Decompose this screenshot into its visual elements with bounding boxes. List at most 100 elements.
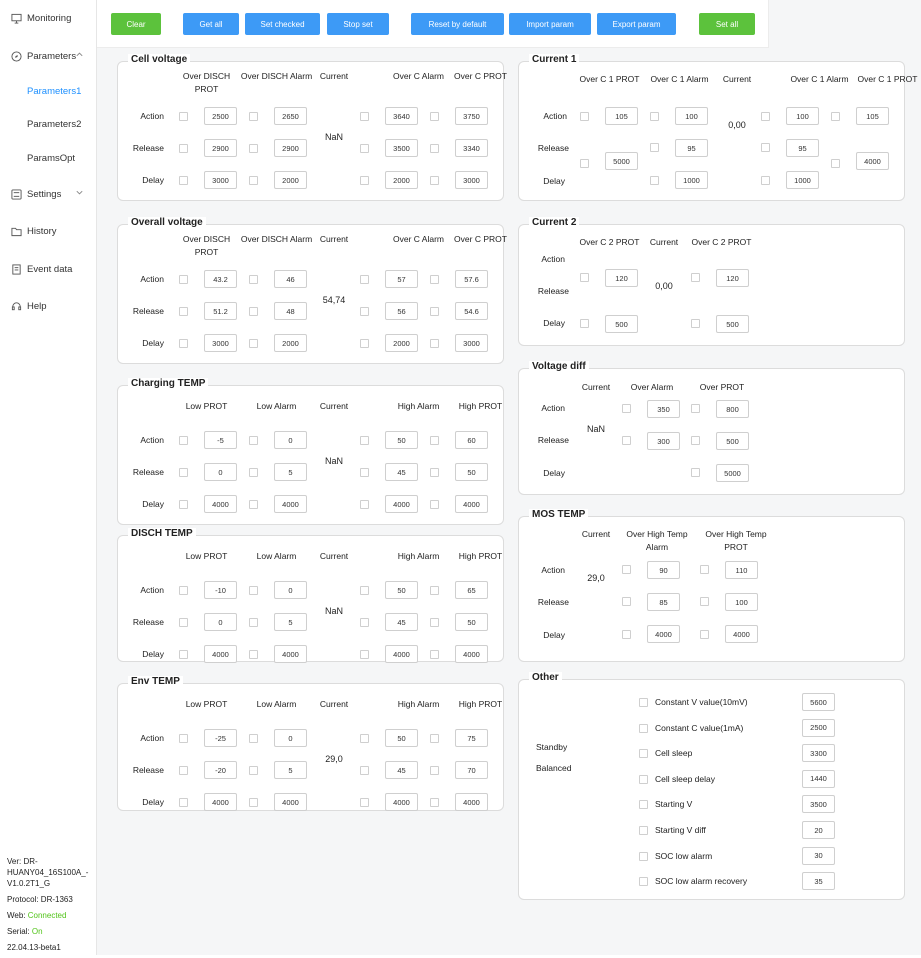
param-input[interactable] <box>605 152 638 170</box>
row-checkbox[interactable] <box>650 176 659 185</box>
row-checkbox[interactable] <box>179 176 188 185</box>
sidebar-item-settings[interactable]: Settings <box>0 183 96 207</box>
param-input[interactable] <box>274 107 307 125</box>
row-checkbox[interactable] <box>580 112 589 121</box>
row-checkbox[interactable] <box>179 734 188 743</box>
param-input[interactable] <box>455 334 488 352</box>
param-input[interactable] <box>204 463 237 481</box>
row-checkbox[interactable] <box>700 565 709 574</box>
param-input[interactable] <box>675 107 708 125</box>
param-input[interactable] <box>786 171 819 189</box>
row-checkbox[interactable] <box>430 468 439 477</box>
param-input[interactable] <box>274 729 307 747</box>
param-input[interactable] <box>716 269 749 287</box>
row-checkbox[interactable] <box>360 144 369 153</box>
param-input[interactable] <box>455 107 488 125</box>
row-checkbox[interactable] <box>691 436 700 445</box>
row-checkbox[interactable] <box>831 112 840 121</box>
row-checkbox[interactable] <box>360 798 369 807</box>
row-checkbox[interactable] <box>430 798 439 807</box>
sidebar-item-parameters1[interactable]: Parameters1 <box>0 80 96 104</box>
param-input[interactable] <box>605 107 638 125</box>
row-checkbox[interactable] <box>430 618 439 627</box>
row-checkbox[interactable] <box>430 436 439 445</box>
row-checkbox[interactable] <box>360 176 369 185</box>
param-input[interactable] <box>385 613 418 631</box>
param-input[interactable] <box>385 793 418 811</box>
row-checkbox[interactable] <box>580 319 589 328</box>
param-input[interactable] <box>204 645 237 663</box>
sidebar-item-monitoring[interactable]: Monitoring <box>0 7 96 31</box>
option-checkbox[interactable] <box>639 723 648 733</box>
row-checkbox[interactable] <box>580 273 589 282</box>
row-checkbox[interactable] <box>430 339 439 348</box>
row-checkbox[interactable] <box>691 468 700 477</box>
row-checkbox[interactable] <box>691 273 700 282</box>
param-input[interactable] <box>455 581 488 599</box>
row-checkbox[interactable] <box>249 650 258 659</box>
row-checkbox[interactable] <box>249 176 258 185</box>
row-checkbox[interactable] <box>622 436 631 445</box>
stop-set-button[interactable]: Stop set <box>327 13 389 35</box>
param-input[interactable] <box>716 464 749 482</box>
param-input[interactable] <box>274 463 307 481</box>
param-input[interactable] <box>455 139 488 157</box>
row-checkbox[interactable] <box>430 112 439 121</box>
param-input[interactable] <box>725 593 758 611</box>
option-checkbox[interactable] <box>639 826 648 835</box>
row-checkbox[interactable] <box>360 734 369 743</box>
param-input[interactable] <box>385 729 418 747</box>
row-checkbox[interactable] <box>249 436 258 445</box>
row-checkbox[interactable] <box>360 650 369 659</box>
row-checkbox[interactable] <box>360 275 369 284</box>
row-checkbox[interactable] <box>430 650 439 659</box>
row-checkbox[interactable] <box>430 275 439 284</box>
param-input[interactable] <box>204 270 237 288</box>
param-input[interactable] <box>675 171 708 189</box>
param-input[interactable] <box>605 315 638 333</box>
row-checkbox[interactable] <box>430 766 439 775</box>
row-checkbox[interactable] <box>249 500 258 509</box>
row-checkbox[interactable] <box>179 144 188 153</box>
param-input[interactable] <box>455 761 488 779</box>
row-checkbox[interactable] <box>249 112 258 121</box>
option-checkbox[interactable] <box>639 749 648 759</box>
param-input[interactable] <box>385 463 418 481</box>
param-input[interactable] <box>385 139 418 157</box>
sidebar-item-parameters2[interactable]: Parameters2 <box>0 113 96 137</box>
row-checkbox[interactable] <box>430 176 439 185</box>
param-input[interactable] <box>725 625 758 643</box>
row-checkbox[interactable] <box>622 404 631 413</box>
reset-by-default-button[interactable]: Reset by default <box>411 13 504 35</box>
param-input[interactable] <box>204 581 237 599</box>
row-checkbox[interactable] <box>430 144 439 153</box>
row-checkbox[interactable] <box>650 112 659 121</box>
row-checkbox[interactable] <box>430 307 439 316</box>
param-input[interactable] <box>385 270 418 288</box>
param-input[interactable] <box>385 334 418 352</box>
param-input[interactable] <box>204 495 237 513</box>
row-checkbox[interactable] <box>249 618 258 627</box>
param-input[interactable] <box>856 107 889 125</box>
row-checkbox[interactable] <box>622 597 631 606</box>
param-input[interactable] <box>716 432 749 450</box>
row-checkbox[interactable] <box>249 275 258 284</box>
param-input[interactable] <box>716 400 749 418</box>
sidebar-item-help[interactable]: Help <box>0 295 96 319</box>
param-input[interactable] <box>274 645 307 663</box>
row-checkbox[interactable] <box>179 586 188 595</box>
row-checkbox[interactable] <box>700 597 709 606</box>
row-checkbox[interactable] <box>249 468 258 477</box>
row-checkbox[interactable] <box>360 307 369 316</box>
param-input[interactable] <box>204 302 237 320</box>
param-input[interactable] <box>385 107 418 125</box>
param-input[interactable] <box>204 761 237 779</box>
param-input[interactable] <box>647 625 680 643</box>
param-input[interactable] <box>786 107 819 125</box>
row-checkbox[interactable] <box>179 766 188 775</box>
param-input[interactable] <box>204 171 237 189</box>
row-checkbox[interactable] <box>691 404 700 413</box>
option-input[interactable] <box>802 769 835 788</box>
param-input[interactable] <box>274 302 307 320</box>
param-input[interactable] <box>647 561 680 579</box>
